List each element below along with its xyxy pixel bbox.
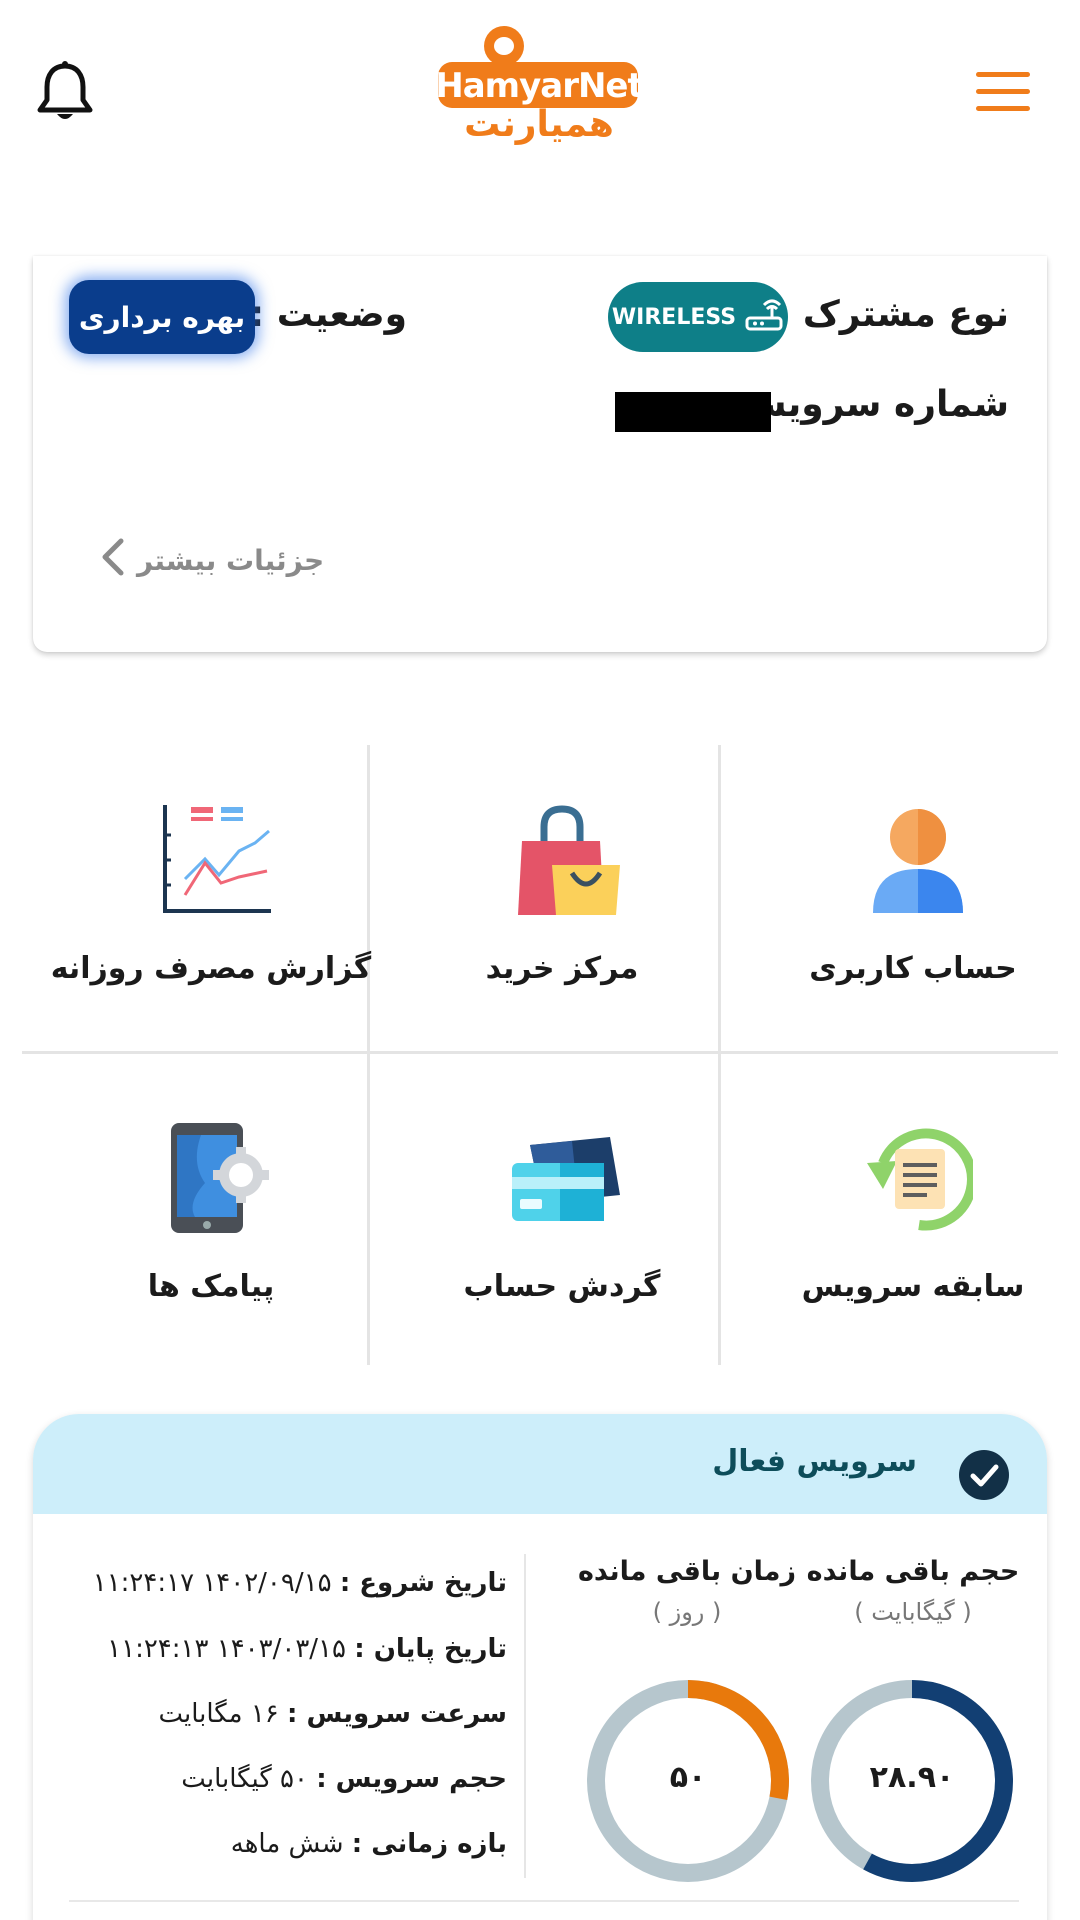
more-details-link[interactable]: جزئیات بیشتر (99, 538, 324, 582)
status-button[interactable]: بهره برداری (69, 280, 255, 354)
grid-item-label: گردش حساب (463, 1269, 661, 1304)
detail-value: ۱۶ مگابایت (158, 1699, 279, 1729)
hamburger-menu-icon[interactable] (976, 72, 1030, 112)
line-chart-icon (161, 805, 271, 915)
hamyarnet-logo: HamyarNet همیارنت (432, 22, 646, 150)
remaining-volume-unit: ( گیگابایت ) (854, 1598, 972, 1626)
shopping-bag-icon (512, 805, 622, 915)
grid-item-label: حساب کاربری (809, 951, 1017, 986)
grid-item-user-account[interactable]: حساب کاربری (748, 745, 1078, 1045)
detail-label: بازه زمانی : (351, 1829, 507, 1859)
phone-settings-icon (161, 1123, 271, 1233)
bell-icon[interactable] (36, 60, 94, 124)
grid-item-account-statement[interactable]: گردش حساب (397, 1063, 727, 1363)
remaining-volume-value: ۲۸.۹۰ (869, 1760, 955, 1795)
detail-label: حجم سرویس : (316, 1764, 507, 1794)
detail-service-speed: سرعت سرویس : ۱۶ مگابایت (158, 1699, 507, 1729)
remaining-time-unit: ( روز ) (652, 1598, 722, 1626)
logo-persian-text: همیارنت (464, 104, 614, 145)
detail-label: تاریخ شروع : (339, 1568, 507, 1598)
remaining-volume-title: حجم باقی مانده (806, 1556, 1020, 1587)
remaining-volume-ring: ۲۸.۹۰ (807, 1676, 1017, 1886)
logo-latin-text: HamyarNet (435, 66, 643, 106)
check-circle-icon (959, 1450, 1009, 1500)
grid-item-service-history[interactable]: سابقه سرویس (748, 1063, 1078, 1363)
user-account-icon (863, 805, 973, 915)
subscriber-type-label: نوع مشترک : (775, 294, 1009, 335)
active-service-title: سرویس فعال (712, 1444, 917, 1479)
wireless-badge-label: WIRELESS (611, 304, 737, 330)
active-service-header: سرویس فعال (33, 1414, 1047, 1514)
chevron-left-icon (99, 537, 125, 584)
router-icon (744, 296, 784, 338)
remaining-time-title: زمان باقی مانده (577, 1556, 797, 1587)
app-header: HamyarNet همیارنت (0, 0, 1080, 190)
subscriber-card: نوع مشترک : WIRELESS وضعیت : بهره برداری… (33, 256, 1047, 652)
detail-end-date: تاریخ پایان : ۱۴۰۳/۰۳/۱۵ ۱۱:۲۴:۱۳ (107, 1634, 507, 1664)
wireless-badge: WIRELESS (608, 282, 788, 352)
grid-item-label: پیامک ها (147, 1269, 275, 1304)
remaining-time-value: ۵۰ (669, 1760, 707, 1795)
detail-period: بازه زمانی : شش ماهه (231, 1829, 507, 1859)
status-label: وضعیت : (249, 294, 407, 335)
remaining-time-ring: ۵۰ (583, 1676, 793, 1886)
detail-value: شش ماهه (230, 1829, 344, 1859)
detail-label: سرعت سرویس : (287, 1699, 507, 1729)
grid-item-label: سابقه سرویس (801, 1269, 1025, 1304)
detail-label: تاریخ پایان : (354, 1634, 507, 1664)
credit-cards-icon (512, 1123, 622, 1233)
grid-item-label: گزارش مصرف روزانه (50, 951, 372, 986)
active-service-card: سرویس فعال حجم باقی مانده ( گیگابایت ) ۲… (33, 1414, 1047, 1920)
detail-service-volume: حجم سرویس : ۵۰ گیگابایت (181, 1764, 507, 1794)
detail-value: ۱۴۰۲/۰۹/۱۵ ۱۱:۲۴:۱۷ (92, 1568, 332, 1598)
grid-item-sms[interactable]: پیامک ها (46, 1063, 376, 1363)
service-number-redacted (615, 392, 771, 432)
service-history-icon (863, 1123, 977, 1233)
detail-start-date: تاریخ شروع : ۱۴۰۲/۰۹/۱۵ ۱۱:۲۴:۱۷ (93, 1568, 507, 1598)
grid-item-daily-usage-report[interactable]: گزارش مصرف روزانه (46, 745, 376, 1045)
main-menu-grid: حساب کاربری مرکز خرید گزارش مصرف روزانه … (22, 745, 1058, 1365)
grid-item-label: مرکز خرید (485, 951, 639, 986)
detail-value: ۱۴۰۳/۰۳/۱۵ ۱۱:۲۴:۱۳ (107, 1634, 346, 1664)
grid-item-shopping-center[interactable]: مرکز خرید (397, 745, 727, 1045)
detail-value: ۵۰ گیگابایت (181, 1764, 308, 1794)
more-details-label: جزئیات بیشتر (137, 543, 325, 577)
